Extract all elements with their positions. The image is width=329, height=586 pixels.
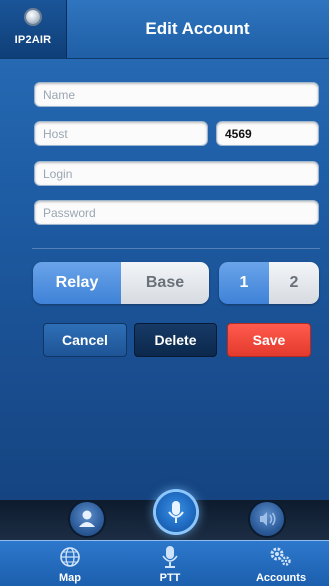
- tab-ptt[interactable]: PTT: [130, 541, 210, 586]
- control-strip: [0, 492, 329, 540]
- brand-dot-icon: [26, 10, 40, 24]
- page-title: Edit Account: [145, 19, 250, 38]
- name-field[interactable]: [34, 82, 319, 107]
- relay-option[interactable]: Relay: [33, 262, 121, 304]
- form-divider: [32, 248, 320, 249]
- login-field[interactable]: [34, 161, 319, 186]
- brand-name: IP2AIR: [14, 34, 52, 46]
- mode-toggle: Relay Base: [33, 262, 209, 304]
- base-option[interactable]: Base: [121, 262, 209, 304]
- host-field[interactable]: [34, 121, 208, 146]
- speaker-icon: [260, 512, 276, 526]
- gears-icon: [270, 547, 291, 566]
- brand-logo[interactable]: IP2AIR: [0, 0, 67, 58]
- cancel-button[interactable]: Cancel: [43, 323, 127, 357]
- channel-1-option[interactable]: 1: [219, 262, 269, 304]
- tab-accounts[interactable]: Accounts: [238, 541, 324, 586]
- header-bar: IP2AIR Edit Account: [0, 0, 329, 59]
- globe-icon: [60, 547, 80, 567]
- microphone-icon: [168, 501, 184, 523]
- tab-bar: Map PTT Accounts: [0, 540, 329, 586]
- contacts-button[interactable]: [70, 502, 104, 536]
- tab-accounts-label: Accounts: [255, 572, 307, 584]
- channel-2-option[interactable]: 2: [269, 262, 319, 304]
- delete-button[interactable]: Delete: [134, 323, 217, 357]
- tab-map-label: Map: [59, 572, 81, 584]
- tab-ptt-label: PTT: [159, 572, 181, 584]
- channel-toggle: 1 2: [219, 262, 319, 304]
- person-icon: [79, 510, 95, 527]
- tab-map[interactable]: Map: [30, 541, 110, 586]
- save-button[interactable]: Save: [227, 323, 311, 357]
- app-screen: IP2AIR Edit Account Relay Base 1 2 Cance…: [0, 0, 329, 586]
- port-field[interactable]: [216, 121, 319, 146]
- password-field[interactable]: [34, 200, 319, 225]
- microphone-icon: [162, 546, 178, 568]
- ptt-talk-button[interactable]: [156, 492, 196, 532]
- speaker-button[interactable]: [250, 502, 284, 536]
